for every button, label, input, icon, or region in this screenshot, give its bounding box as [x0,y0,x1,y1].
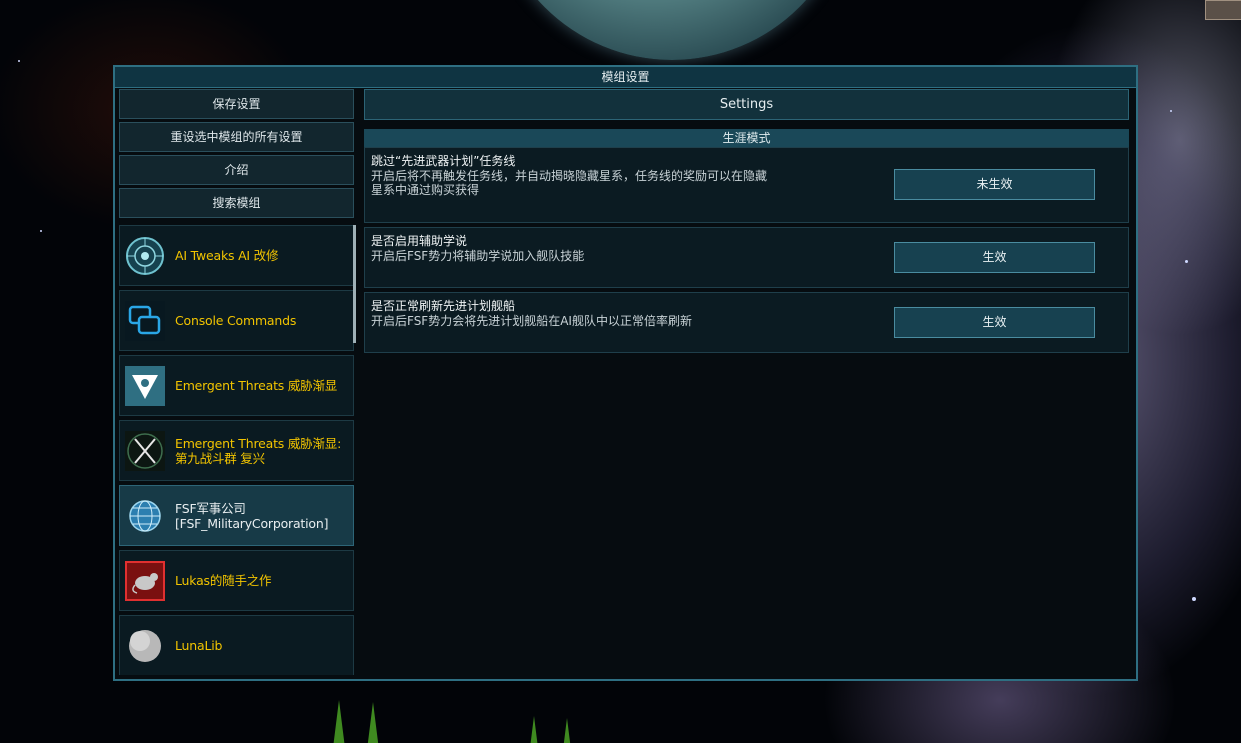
emergent-threats-icon [125,366,165,406]
setting-description: 开启后FSF势力会将先进计划舰船在AI舰队中以正常倍率刷新 [371,314,811,328]
setting-toggle-button[interactable]: 未生效 [894,169,1095,200]
mod-list-item-selected[interactable]: FSF军事公司[FSF_MilitaryCorporation] [119,485,354,546]
mod-list-item[interactable]: AI Tweaks AI 改修 [119,225,354,286]
crossed-swords-icon [125,431,165,471]
globe-grid-icon [125,496,165,536]
mod-name: Lukas的随手之作 [175,573,272,588]
star [1185,260,1188,263]
category-header: 生涯模式 [364,129,1129,147]
mod-list-item[interactable]: LunaLib [119,615,354,675]
rat-icon [125,561,165,601]
ship-fin [561,718,573,743]
setting-title: 是否正常刷新先进计划舰船 [371,299,516,313]
mod-list-item[interactable]: Console Commands [119,290,354,351]
setting-row: 跳过“先进武器计划”任务线 开启后将不再触发任务线，并自动揭晓隐藏星系，任务线的… [364,147,1129,223]
search-mods-button[interactable]: 搜索模组 [119,188,354,218]
introduction-button[interactable]: 介绍 [119,155,354,185]
mod-list[interactable]: AI Tweaks AI 改修 Console Commands Emergen… [119,225,355,675]
mod-name: AI Tweaks AI 改修 [175,248,279,263]
ship-fin [367,702,379,743]
dialog-title: 模组设置 [115,67,1136,88]
mod-list-item[interactable]: Lukas的随手之作 [119,550,354,611]
star [1170,110,1172,112]
ship-fin [528,716,540,743]
ship-fin [333,700,345,743]
star [18,60,20,62]
mod-settings-dialog: 模组设置 保存设置 重设选中模组的所有设置 介绍 搜索模组 AI Tweaks … [113,65,1138,681]
mod-name: FSF军事公司[FSF_MilitaryCorporation] [175,500,329,531]
setting-description: 开启后FSF势力将辅助学说加入舰队技能 [371,249,811,263]
setting-description: 开启后将不再触发任务线，并自动揭晓隐藏星系，任务线的奖励可以在隐藏 星系中通过购… [371,169,811,197]
mod-list-item[interactable]: Emergent Threats 威胁渐显 [119,355,354,416]
star [1192,597,1196,601]
setting-description-line: 星系中通过购买获得 [371,183,480,197]
console-windows-icon [125,301,165,341]
settings-header: Settings [364,89,1129,120]
circuit-brain-icon [125,236,165,276]
setting-description-line: 开启后FSF势力会将先进计划舰船在AI舰队中以正常倍率刷新 [371,314,692,328]
mod-list-scrollbar[interactable] [353,225,356,343]
setting-row: 是否启用辅助学说 开启后FSF势力将辅助学说加入舰队技能 生效 [364,227,1129,288]
moon-icon [125,626,165,666]
setting-toggle-button[interactable]: 生效 [894,307,1095,338]
setting-title: 是否启用辅助学说 [371,234,468,248]
setting-title: 跳过“先进武器计划”任务线 [371,154,516,168]
setting-description-line: 开启后FSF势力将辅助学说加入舰队技能 [371,249,585,263]
mod-name: Emergent Threats 威胁渐显: 第九战斗群 复兴 [175,435,342,466]
save-settings-button[interactable]: 保存设置 [119,89,354,119]
mod-name: Emergent Threats 威胁渐显 [175,378,338,393]
hud-corner-widget[interactable] [1205,0,1241,20]
setting-row: 是否正常刷新先进计划舰船 开启后FSF势力会将先进计划舰船在AI舰队中以正常倍率… [364,292,1129,353]
star [40,230,42,232]
mod-name: Console Commands [175,313,297,328]
reset-mod-settings-button[interactable]: 重设选中模组的所有设置 [119,122,354,152]
mod-list-item[interactable]: Emergent Threats 威胁渐显: 第九战斗群 复兴 [119,420,354,481]
setting-description-line: 开启后将不再触发任务线，并自动揭晓隐藏星系，任务线的奖励可以在隐藏 [371,169,768,183]
mod-name: LunaLib [175,638,223,653]
game-scene: 模组设置 保存设置 重设选中模组的所有设置 介绍 搜索模组 AI Tweaks … [0,0,1241,743]
setting-toggle-button[interactable]: 生效 [894,242,1095,273]
